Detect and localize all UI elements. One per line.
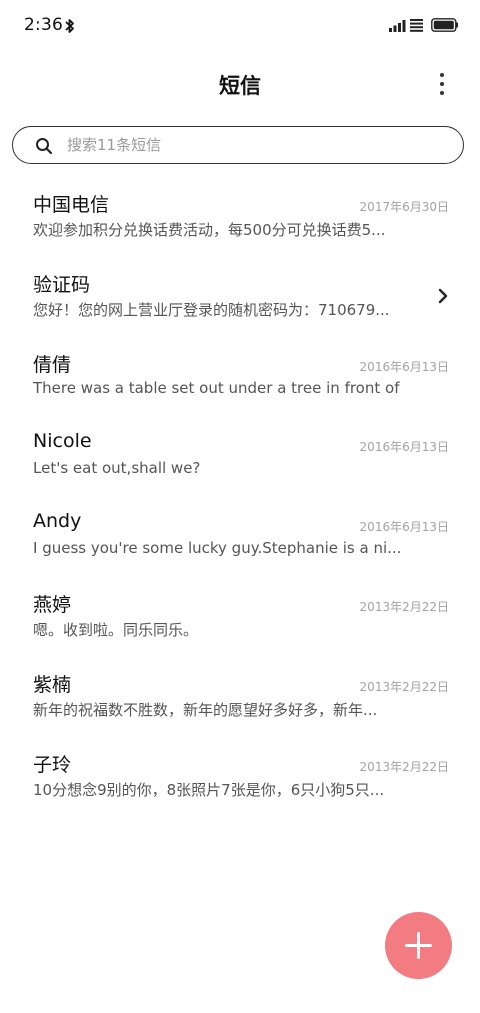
- list-item[interactable]: Nicole 2016年6月13日 Let's eat out,shall we…: [0, 422, 480, 502]
- more-options-button[interactable]: [430, 68, 454, 100]
- plus-icon: [405, 932, 432, 959]
- message-preview: I guess you're some lucky guy.Stephanie …: [33, 539, 402, 557]
- message-preview: 欢迎参加积分兑换话费活动，每500分可兑换话费5...: [33, 221, 386, 239]
- list-item[interactable]: 燕婷 2013年2月22日 嗯。收到啦。同乐同乐。: [0, 582, 480, 662]
- list-item[interactable]: 紫楠 2013年2月22日 新年的祝福数不胜数，新年的愿望好多好多，新年...: [0, 662, 480, 742]
- battery-icon: [431, 18, 458, 32]
- page-title: 短信: [219, 74, 261, 98]
- list-item[interactable]: Andy 2016年6月13日 I guess you're some luck…: [0, 502, 480, 582]
- search-bar[interactable]: [12, 126, 464, 164]
- message-preview: Let's eat out,shall we?: [33, 459, 201, 477]
- data-icon: [410, 19, 423, 32]
- signal-icon: [389, 20, 406, 32]
- message-preview: 10分想念9别的你，8张照片7张是你，6只小狗5只...: [33, 781, 385, 799]
- list-item[interactable]: 中国电信 2017年6月30日 欢迎参加积分兑换话费活动，每500分可兑换话费5…: [0, 182, 480, 262]
- message-list: 中国电信 2017年6月30日 欢迎参加积分兑换话费活动，每500分可兑换话费5…: [0, 182, 480, 822]
- contact-name: 燕婷: [33, 594, 72, 616]
- message-date: 2013年2月22日: [359, 600, 449, 614]
- more-vertical-icon: [440, 73, 444, 77]
- contact-name: Andy: [33, 510, 82, 532]
- message-preview: 嗯。收到啦。同乐同乐。: [33, 621, 199, 639]
- message-preview: There was a table set out under a tree i…: [33, 379, 403, 397]
- message-preview: 您好！您的网上营业厅登录的随机密码为：710679...: [33, 301, 390, 319]
- contact-name: 验证码: [33, 274, 91, 296]
- message-date: 2013年2月22日: [359, 680, 449, 694]
- app-header: 短信: [0, 60, 480, 110]
- message-date: 2017年6月30日: [359, 200, 449, 214]
- more-dot: [440, 91, 444, 95]
- chevron-right-icon[interactable]: [436, 287, 450, 305]
- contact-name: 倩倩: [33, 354, 72, 376]
- status-bar: 2:36: [0, 0, 480, 52]
- contact-name: 紫楠: [33, 674, 72, 696]
- message-date: 2013年2月22日: [359, 760, 449, 774]
- search-icon: [36, 138, 53, 155]
- contact-name: Nicole: [33, 430, 92, 452]
- message-date: 2016年6月13日: [359, 360, 449, 374]
- search-input[interactable]: [67, 133, 437, 157]
- message-preview: 新年的祝福数不胜数，新年的愿望好多好多，新年...: [33, 701, 378, 719]
- list-item[interactable]: 验证码 您好！您的网上营业厅登录的随机密码为：710679...: [0, 262, 480, 342]
- status-time: 2:36: [24, 15, 63, 35]
- more-dot: [440, 82, 444, 86]
- message-date: 2016年6月13日: [359, 520, 449, 534]
- message-date: 2016年6月13日: [359, 440, 449, 454]
- list-item[interactable]: 倩倩 2016年6月13日 There was a table set out …: [0, 342, 480, 422]
- bluetooth-icon: [65, 19, 74, 33]
- compose-button[interactable]: [385, 912, 452, 979]
- contact-name: 子玲: [33, 754, 72, 776]
- list-item[interactable]: 子玲 2013年2月22日 10分想念9别的你，8张照片7张是你，6只小狗5只.…: [0, 742, 480, 822]
- contact-name: 中国电信: [33, 194, 110, 216]
